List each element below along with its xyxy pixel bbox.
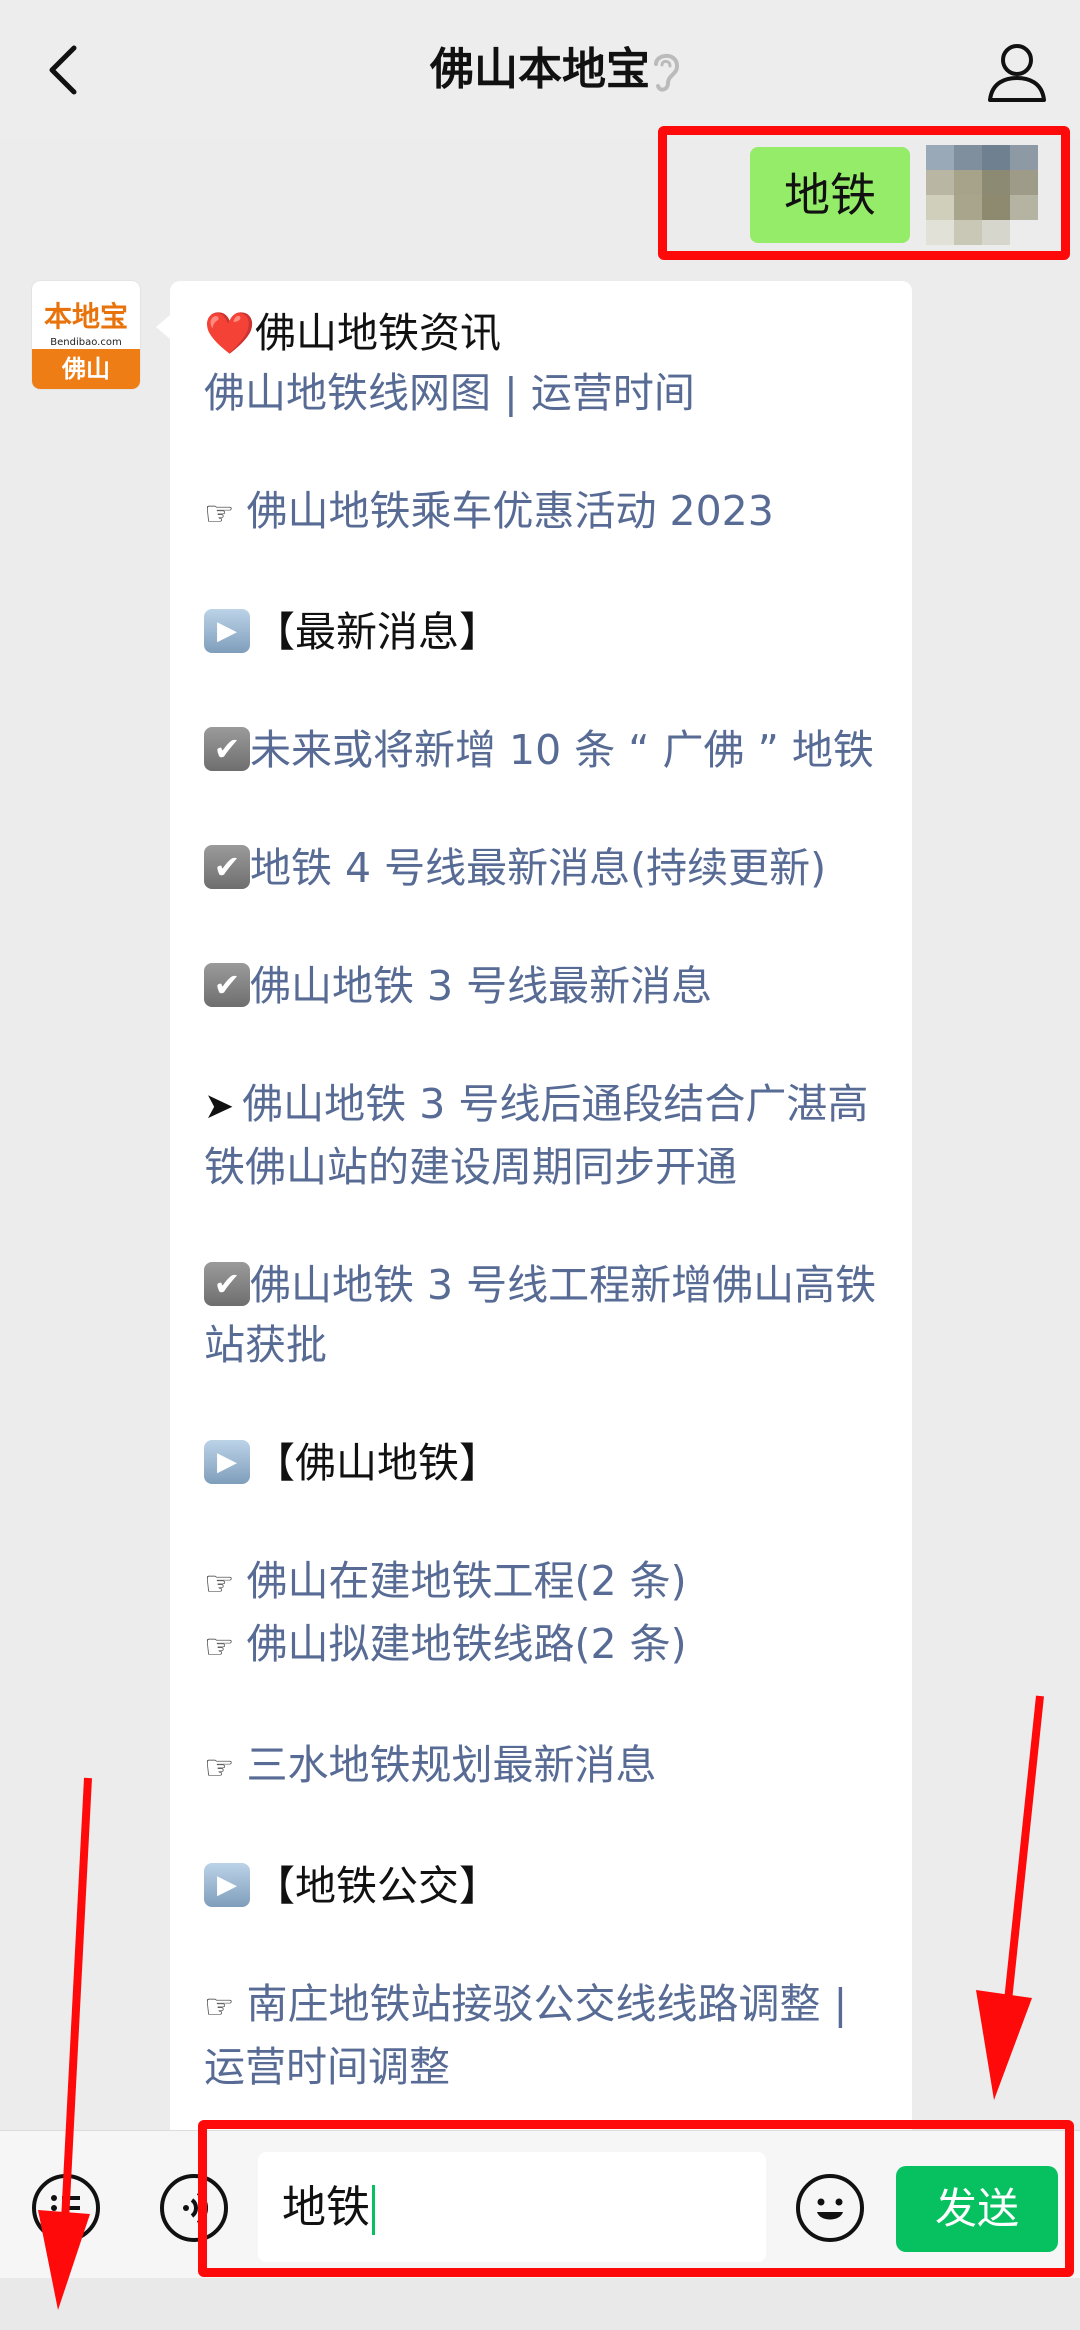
- arrow-icon: ➤: [204, 1086, 235, 1127]
- line-text: 佛山地铁 3 号线最新消息: [250, 962, 713, 1010]
- avatar-city: 佛山: [32, 349, 140, 389]
- line-spacer: [204, 780, 880, 838]
- line-text: 【地铁公交】: [254, 1862, 500, 1910]
- play-button-icon: ▶: [204, 609, 250, 653]
- person-icon[interactable]: [982, 36, 1052, 106]
- article-link[interactable]: 佛山地铁线网图 | 运营时间: [204, 363, 880, 423]
- line-text: 南庄地铁站接驳公交线线路调整 | 运营时间调整: [204, 1980, 848, 2091]
- line-text: 【最新消息】: [254, 608, 500, 656]
- check-box-icon: ✔: [204, 963, 250, 1007]
- line-spacer: [204, 898, 880, 956]
- line-text: 未来或将新增 10 条 “ 广佛 ” 地铁: [250, 726, 874, 774]
- line-spacer: [204, 544, 880, 602]
- section-heading: ❤️佛山地铁资讯: [204, 303, 880, 363]
- article-link[interactable]: ☞ 佛山拟建地铁线路(2 条): [204, 1614, 880, 1677]
- hand-pointer-icon: ☞: [204, 1987, 235, 2027]
- line-spacer: [204, 1677, 880, 1735]
- line-spacer: [204, 1197, 880, 1255]
- article-link[interactable]: ➤ 佛山地铁 3 号线后通段结合广湛高铁佛山站的建设周期同步开通: [204, 1074, 880, 1197]
- ear-icon: [654, 53, 680, 92]
- line-text: 佛山地铁 3 号线工程新增佛山高铁站获批: [204, 1261, 877, 1369]
- red-arrow-left: [38, 1777, 92, 2310]
- line-text: 【佛山地铁】: [254, 1439, 500, 1487]
- logo-subtext: Bendibao.com: [50, 337, 122, 348]
- play-button-icon: ▶: [204, 1440, 250, 1484]
- article-link[interactable]: ✔ 佛山地铁 3 号线工程新增佛山高铁站获批: [204, 1255, 880, 1375]
- section-heading: ▶ 【最新消息】: [204, 602, 880, 662]
- red-arrow-right: [976, 1695, 1044, 2100]
- line-text: 地铁 4 号线最新消息(持续更新): [250, 844, 827, 892]
- check-box-icon: ✔: [204, 1262, 250, 1306]
- reply-message-bubble: ❤️佛山地铁资讯 佛山地铁线网图 | 运营时间 ☞ 佛山地铁乘车优惠活动 2023 ▶ 【…: [156, 281, 912, 2151]
- section-heading: ▶ 【佛山地铁】: [204, 1433, 880, 1493]
- account-avatar[interactable]: 本地宝 Bendibao.com 佛山: [32, 281, 140, 389]
- line-text: 佛山地铁乘车优惠活动 2023: [246, 487, 774, 535]
- highlight-input-bar: [198, 2120, 1074, 2277]
- logo-text: 本地宝: [43, 300, 128, 333]
- highlight-sent-message: [658, 126, 1070, 260]
- page-title: 佛山本地宝: [430, 44, 650, 95]
- line-spacer: [204, 1375, 880, 1433]
- article-link[interactable]: ☞ 佛山在建地铁工程(2 条): [204, 1551, 880, 1614]
- play-button-icon: ▶: [204, 1863, 250, 1907]
- line-spacer: [204, 1798, 880, 1856]
- hand-pointer-icon: ☞: [204, 494, 235, 534]
- hand-pointer-icon: ☞: [204, 1748, 235, 1788]
- line-text: ❤️佛山地铁资讯: [204, 309, 502, 357]
- article-link[interactable]: ☞ 三水地铁规划最新消息: [204, 1735, 880, 1798]
- line-text: 佛山地铁线网图 | 运营时间: [204, 369, 695, 417]
- article-link[interactable]: ✔ 佛山地铁 3 号线最新消息: [204, 956, 880, 1016]
- line-spacer: [204, 662, 880, 720]
- article-link[interactable]: ☞ 佛山地铁乘车优惠活动 2023: [204, 481, 880, 544]
- line-text: 佛山地铁 3 号线后通段结合广湛高铁佛山站的建设周期同步开通: [204, 1080, 869, 1191]
- check-box-icon: ✔: [204, 727, 250, 771]
- line-spacer: [204, 1016, 880, 1074]
- article-link[interactable]: ✔ 未来或将新增 10 条 “ 广佛 ” 地铁: [204, 720, 880, 780]
- line-text: 三水地铁规划最新消息: [246, 1741, 657, 1789]
- line-text: 佛山在建地铁工程(2 条): [246, 1557, 687, 1605]
- article-link[interactable]: ✔ 地铁 4 号线最新消息(持续更新): [204, 838, 880, 898]
- line-spacer: [204, 1493, 880, 1551]
- article-link[interactable]: ☞ 南庄地铁站接驳公交线线路调整 | 运营时间调整: [204, 1974, 880, 2097]
- hand-pointer-icon: ☞: [204, 1627, 235, 1667]
- line-spacer: [204, 1916, 880, 1974]
- navigation-bar: 佛山本地宝: [0, 0, 1080, 139]
- line-spacer: [204, 423, 880, 481]
- line-text: 佛山拟建地铁线路(2 条): [246, 1620, 687, 1668]
- hand-pointer-icon: ☞: [204, 1564, 235, 1604]
- check-box-icon: ✔: [204, 845, 250, 889]
- section-heading: ▶ 【地铁公交】: [204, 1856, 880, 1916]
